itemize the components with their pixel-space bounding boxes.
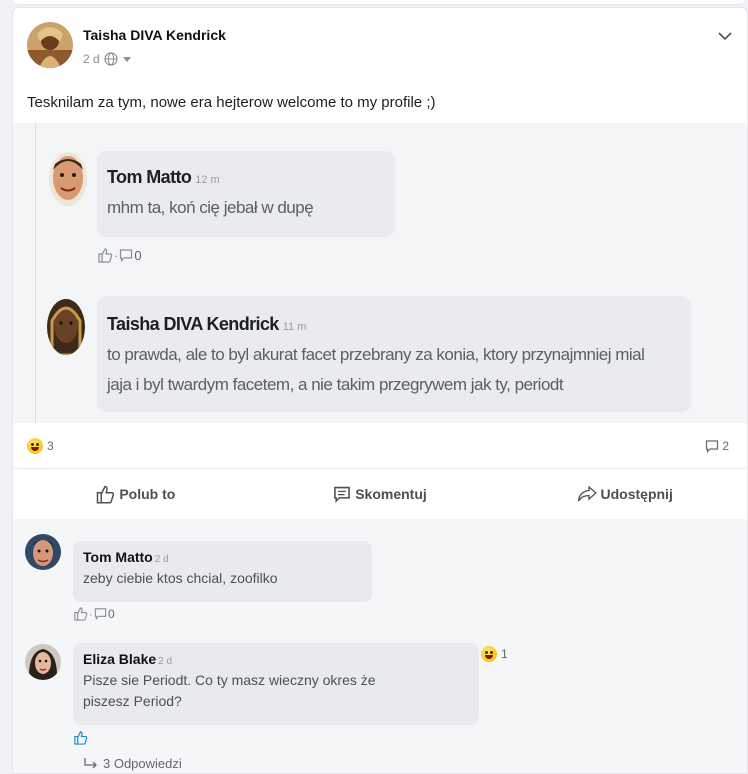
privacy-dropdown-icon[interactable] xyxy=(122,54,132,64)
comment-avatar[interactable] xyxy=(25,644,61,680)
image-comment-header: Tom Matto 12 m xyxy=(107,167,220,188)
comment-text: zeby ciebie ktos chcial, zoofilko xyxy=(83,570,278,586)
comment-author[interactable]: Eliza Blake xyxy=(83,651,156,667)
share-button[interactable]: Udostępnij xyxy=(502,469,747,519)
thumbs-up-icon xyxy=(97,485,115,504)
comment-actions xyxy=(73,730,88,745)
comment-icon xyxy=(334,486,351,503)
post-image[interactable]: Tom Matto 12 m mhm ta, koń cię jebał w du… xyxy=(13,123,747,423)
comment-actions: · 0 xyxy=(73,606,115,621)
comment-reply-count: 0 xyxy=(108,606,115,621)
globe-icon[interactable] xyxy=(104,52,118,66)
image-comment-time: 12 m xyxy=(195,174,220,186)
share-icon xyxy=(577,485,597,502)
post-author-name[interactable]: Taisha DIVA Kendrick xyxy=(83,27,226,43)
image-comment-bubble: Tom Matto 12 m mhm ta, koń cię jebał w du… xyxy=(97,151,395,237)
comment-text-line: piszesz Period? xyxy=(83,693,182,709)
comment-icon xyxy=(120,249,133,262)
reaction-count: 3 xyxy=(47,438,54,453)
comment-bubble: Tom Matto 2 d zeby ciebie ktos chcial, zo… xyxy=(73,541,372,602)
reply-arrow-icon xyxy=(84,757,97,768)
reaction-summary[interactable]: 3 xyxy=(27,437,54,454)
comment-text-line: Pisze sie Periodt. Co ty masz wieczny ok… xyxy=(83,672,376,688)
image-comment-header: Taisha DIVA Kendrick 11 m xyxy=(107,314,306,335)
image-comment-author: Taisha DIVA Kendrick xyxy=(107,314,279,334)
comments-section: Tom Matto 2 d zeby ciebie ktos chcial, zo… xyxy=(13,519,747,773)
post-text: Tesknilam za tym, nowe era hejterow welc… xyxy=(27,94,436,111)
comment-count[interactable]: 2 xyxy=(705,423,729,468)
image-comment-reply-count: 0 xyxy=(134,247,142,263)
comment-count-value: 2 xyxy=(722,438,729,453)
image-comment-avatar xyxy=(47,299,85,355)
comment-reaction-count: 1 xyxy=(501,647,508,661)
post-time[interactable]: 2 d xyxy=(83,52,100,66)
image-comment-avatar xyxy=(49,152,87,206)
image-comment-author: Tom Matto xyxy=(107,167,192,187)
post-card: Taisha DIVA Kendrick 2 d Tesknilam za ty… xyxy=(12,7,748,774)
replies-label: 3 Odpowiedzi xyxy=(103,756,182,771)
comment-reaction-summary[interactable]: 1 xyxy=(481,646,508,662)
chevron-down-icon[interactable] xyxy=(717,30,733,42)
previous-post-edge xyxy=(14,0,744,5)
comment-time[interactable]: 2 d xyxy=(155,554,169,565)
image-comment-reactions: · 0 xyxy=(97,247,142,263)
view-replies-link[interactable]: 3 Odpowiedzi xyxy=(83,756,182,771)
comment-time[interactable]: 2 d xyxy=(158,656,172,667)
like-comment-icon[interactable] xyxy=(73,606,88,621)
image-comment-time: 11 m xyxy=(282,321,307,333)
comment-avatar[interactable] xyxy=(25,534,61,570)
comment-button[interactable]: Skomentuj xyxy=(258,469,503,519)
thread-line xyxy=(35,123,36,423)
post-actions: Polub to Skomentuj Udostępnij xyxy=(13,468,747,520)
comment-header: Eliza Blake 2 d xyxy=(83,651,469,669)
share-button-label: Udostępnij xyxy=(600,486,673,502)
thumbs-up-icon xyxy=(98,248,113,263)
image-comment-text: mhm ta, koń cię jebał w dupę xyxy=(107,198,314,217)
like-button[interactable]: Polub to xyxy=(13,469,258,519)
reply-comment-icon[interactable] xyxy=(94,607,107,620)
comment-author[interactable]: Tom Matto xyxy=(83,549,153,565)
comment-bubble: Eliza Blake 2 d Pisze sie Periodt. Co ty … xyxy=(73,643,479,725)
post-stats: 3 2 xyxy=(13,423,747,468)
laughing-emoji-icon xyxy=(481,646,497,662)
image-comment-text-line: to prawda, ale to byl akurat facet przeb… xyxy=(107,345,645,364)
image-comment-bubble: Taisha DIVA Kendrick 11 m to prawda, ale … xyxy=(97,296,691,412)
comment-icon xyxy=(706,439,719,453)
comment-header: Tom Matto 2 d xyxy=(83,549,362,567)
post-author-avatar[interactable] xyxy=(27,22,73,68)
comment-button-label: Skomentuj xyxy=(355,486,427,502)
like-comment-icon[interactable] xyxy=(73,730,88,745)
post-meta: 2 d xyxy=(83,52,132,66)
image-comment-text-line: jaja i byl twardym facetem, a nie takim … xyxy=(107,375,564,394)
laughing-emoji-icon xyxy=(27,437,43,454)
like-button-label: Polub to xyxy=(119,486,176,502)
